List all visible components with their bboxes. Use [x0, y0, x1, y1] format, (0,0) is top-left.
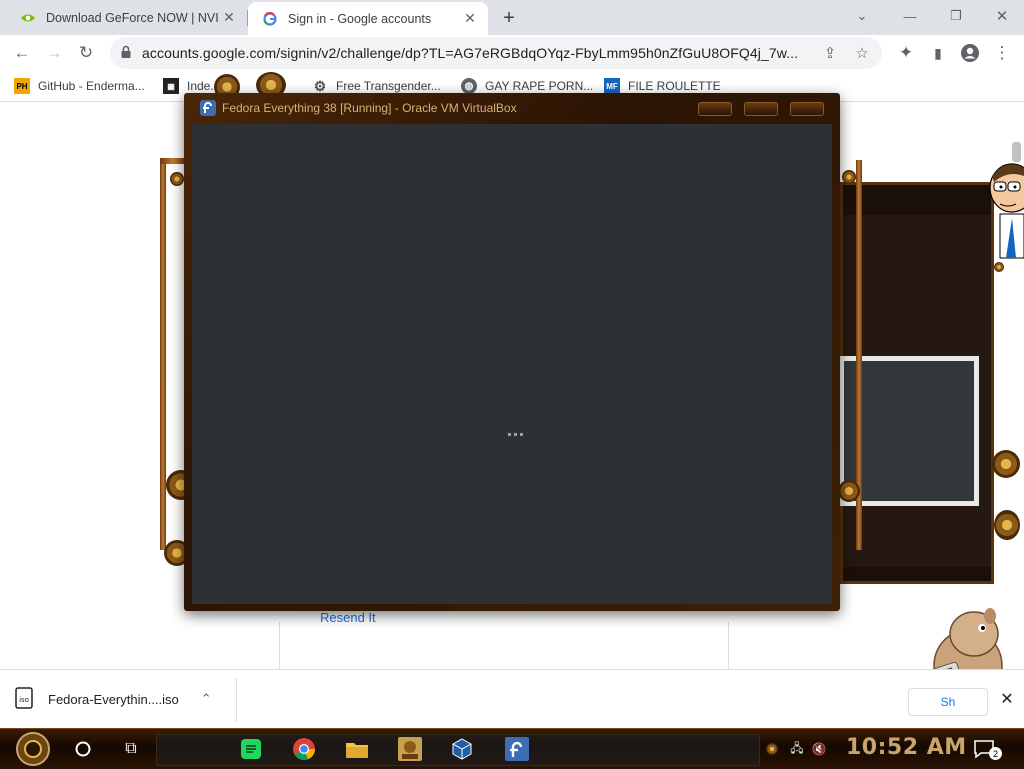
virtualbox-title: Fedora Everything 38 [Running] - Oracle … [222, 101, 517, 115]
lock-icon[interactable] [120, 45, 132, 62]
task-view-icon[interactable]: ⧉ [116, 735, 146, 763]
mf-icon: MF [604, 78, 620, 94]
virtualbox-titlebar[interactable]: Fedora Everything 38 [Running] - Oracle … [184, 93, 840, 123]
tab-strip: Download GeForce NOW | NVIDIA ✕ Sign in … [0, 0, 1024, 35]
close-window-button[interactable]: ✕ [988, 4, 1016, 28]
bookmark-item[interactable]: PH GitHub - Enderma... [14, 76, 145, 96]
vbox-maximize-button[interactable] [744, 102, 778, 116]
grid-icon: ▦ [163, 78, 179, 94]
url-text[interactable]: accounts.google.com/signin/v2/challenge/… [142, 45, 818, 61]
search-icon[interactable] [68, 735, 98, 763]
tab-title: Sign in - Google accounts [288, 11, 432, 26]
shelf-divider [236, 678, 237, 722]
virtualbox-window[interactable]: Fedora Everything 38 [Running] - Oracle … [184, 93, 840, 611]
vm-display[interactable] [192, 124, 832, 604]
volume-muted-icon[interactable]: 🔇 [810, 740, 828, 758]
gear-icon [842, 170, 856, 184]
chevron-up-icon[interactable]: ⌃ [201, 691, 212, 707]
pipe-top-left [160, 158, 186, 164]
bookmark-label: Free Transgender... [336, 79, 441, 93]
virtualbox-icon[interactable] [447, 735, 477, 763]
bookmark-label: GAY RAPE PORN... [485, 79, 594, 93]
nvidia-icon [20, 10, 36, 26]
bookmark-label: GitHub - Enderma... [38, 79, 145, 93]
pipe-left [160, 160, 166, 550]
notification-center-icon[interactable]: 2 [972, 740, 1002, 760]
show-all-button[interactable]: Sh [908, 688, 988, 716]
gear-icon [994, 510, 1020, 540]
back-button[interactable]: ← [8, 40, 36, 66]
reload-button[interactable]: ↻ [72, 40, 100, 66]
gear-icon: ⚙ [313, 77, 327, 94]
svg-text:iso: iso [19, 696, 29, 704]
tab-search-icon[interactable]: ⌄ [848, 4, 876, 28]
notification-count: 2 [989, 747, 1002, 760]
network-icon[interactable]: 🖧 [788, 740, 806, 758]
background-window[interactable] [839, 182, 994, 584]
ph-icon: PH [14, 78, 30, 94]
game-app-icon[interactable] [395, 735, 425, 763]
side-panel-icon[interactable]: ▮ [924, 40, 952, 66]
resend-link[interactable]: Resend It [320, 610, 376, 625]
file-explorer-icon[interactable] [342, 735, 372, 763]
profile-avatar[interactable] [956, 40, 984, 66]
close-icon[interactable]: ✕ [460, 9, 480, 29]
new-tab-button[interactable]: + [497, 6, 521, 30]
start-button[interactable] [10, 731, 56, 767]
tab-title: Download GeForce NOW | NVIDIA [46, 10, 219, 25]
bookmark-star-icon[interactable]: ☆ [850, 41, 874, 65]
fedora-media-writer-icon[interactable] [502, 735, 532, 763]
clock[interactable]: 10:52 AM [846, 735, 967, 760]
loading-indicator [508, 433, 523, 436]
forward-button[interactable]: → [40, 40, 68, 66]
gear-icon [992, 450, 1020, 478]
chevron-up-icon[interactable] [766, 743, 778, 755]
menu-icon[interactable]: ⋮ [988, 40, 1016, 66]
download-filename: Fedora-Everythin....iso [48, 691, 179, 707]
card-border-left [279, 622, 280, 669]
share-icon[interactable]: ⇪ [818, 41, 842, 65]
address-bar[interactable]: accounts.google.com/signin/v2/challenge/… [110, 37, 882, 69]
gear-icon [170, 172, 184, 186]
fedora-icon [200, 100, 216, 116]
close-icon[interactable]: ✕ [996, 688, 1018, 710]
vbox-close-button[interactable] [790, 102, 824, 116]
download-item[interactable]: iso Fedora-Everythin....iso ⌃ [14, 682, 212, 716]
google-icon [262, 11, 278, 27]
desktop-pet-character[interactable] [986, 158, 1024, 274]
globe-icon: ◍ [461, 78, 477, 94]
extensions-icon[interactable]: ✦ [892, 40, 920, 66]
vbox-minimize-button[interactable] [698, 102, 732, 116]
chrome-icon[interactable] [289, 735, 319, 763]
taskbar: ⧉ 🖧 🔇 10:52 AM 2 [0, 728, 1024, 769]
iso-file-icon: iso [14, 686, 34, 712]
restore-button[interactable]: ❐ [942, 4, 970, 28]
spotify-notes-icon[interactable] [236, 735, 266, 763]
minimize-button[interactable]: — [896, 4, 924, 28]
close-icon[interactable]: ✕ [219, 8, 239, 28]
download-shelf: iso Fedora-Everythin....iso ⌃ Sh ✕ [0, 669, 1024, 730]
card-border-right [728, 622, 729, 669]
bookmark-label: FILE ROULETTE [628, 79, 721, 93]
tab-geforce[interactable]: Download GeForce NOW | NVIDIA ✕ [6, 0, 247, 35]
tab-google-signin[interactable]: Sign in - Google accounts ✕ [248, 2, 488, 35]
gear-icon [838, 480, 860, 502]
browser-toolbar: ← → ↻ accounts.google.com/signin/v2/chal… [0, 35, 1024, 71]
background-window-body [839, 215, 991, 567]
